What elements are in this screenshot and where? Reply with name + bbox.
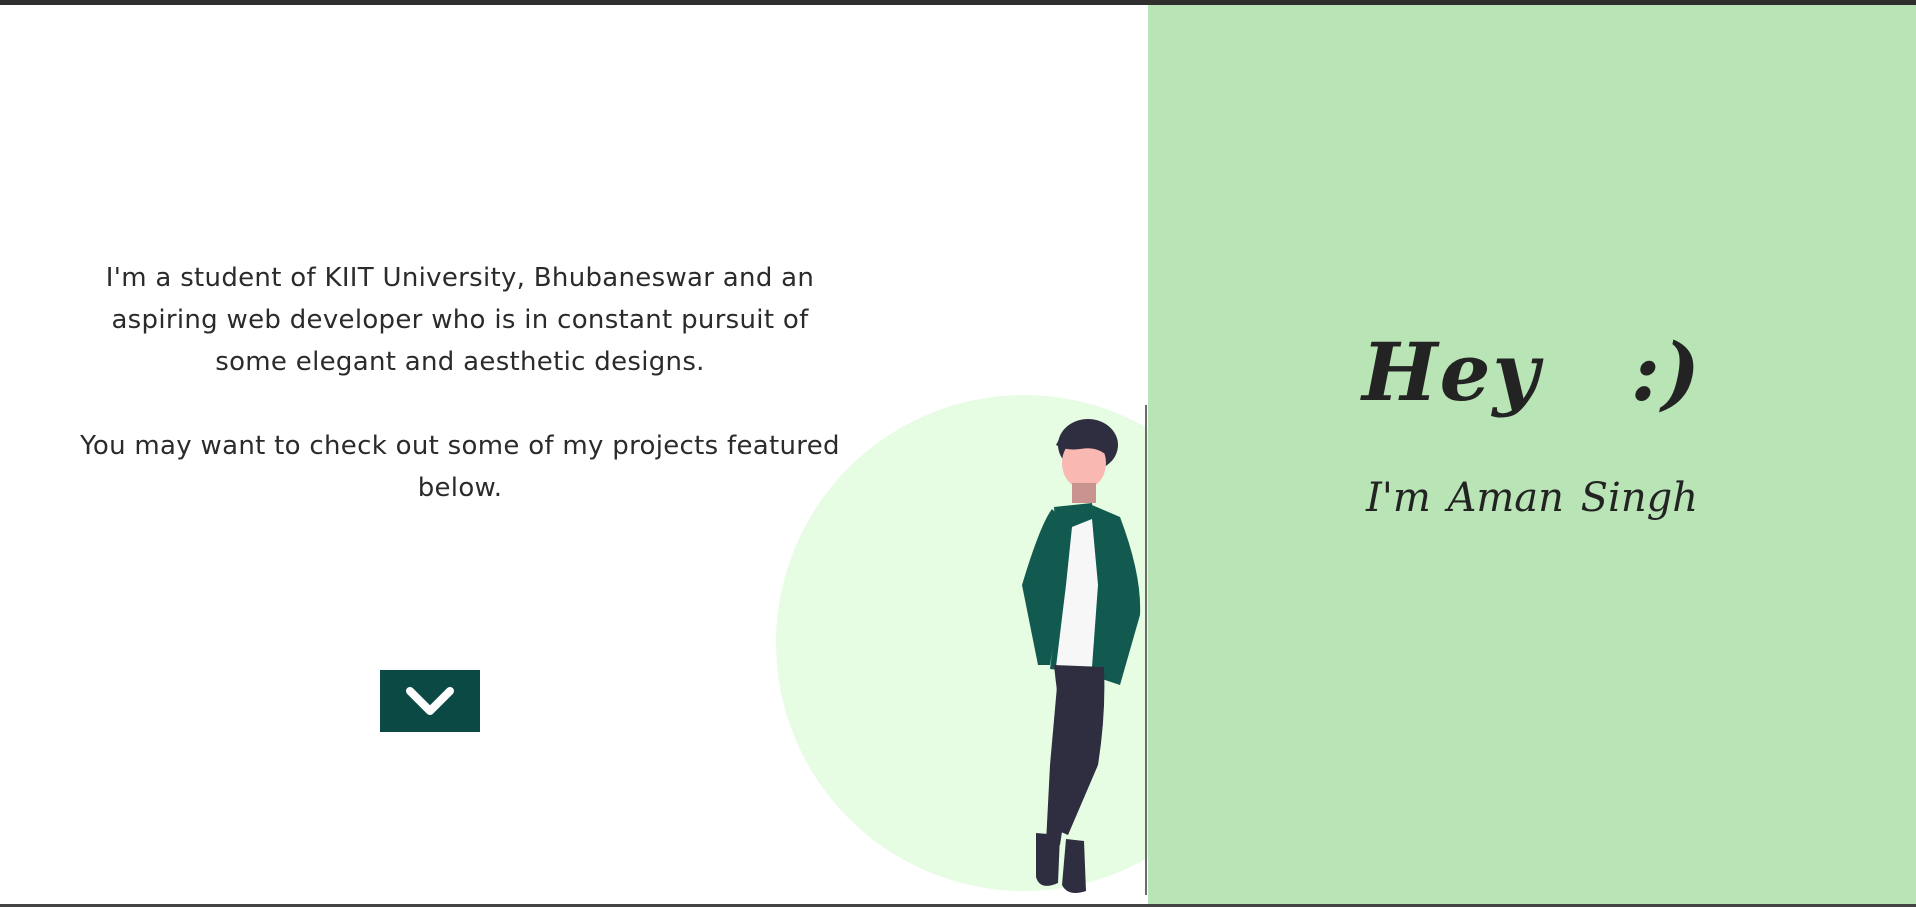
right-panel: Hey :) I'm Aman Singh bbox=[1148, 5, 1916, 904]
scroll-down-button[interactable] bbox=[380, 670, 480, 732]
chevron-down-icon bbox=[406, 687, 454, 715]
person-illustration bbox=[1022, 419, 1141, 893]
greeting-heading: Hey :) bbox=[1362, 325, 1702, 419]
intro-paragraph-2: You may want to check out some of my pro… bbox=[80, 431, 840, 503]
intro-paragraph-1: I'm a student of KIIT University, Bhuban… bbox=[105, 263, 815, 377]
left-panel: I'm a student of KIIT University, Bhuban… bbox=[0, 5, 1148, 904]
intro-text: I'm a student of KIIT University, Bhuban… bbox=[80, 257, 840, 509]
vertical-divider bbox=[1145, 405, 1147, 895]
name-subheading: I'm Aman Singh bbox=[1366, 475, 1698, 521]
